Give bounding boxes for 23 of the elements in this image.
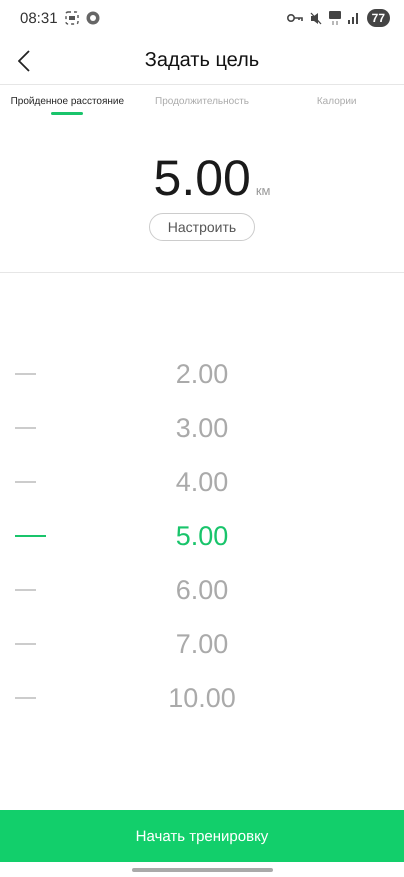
page-title: Задать цель xyxy=(144,48,260,72)
picker-value[interactable]: 5.00 xyxy=(0,520,404,552)
picker-value[interactable]: 6.00 xyxy=(0,574,404,606)
picker-value[interactable]: 4.00 xyxy=(0,466,404,498)
tab[interactable]: Калории xyxy=(269,85,404,119)
battery-level: 77 xyxy=(366,9,390,27)
adjust-button[interactable]: Настроить xyxy=(148,213,256,241)
status-time: 08:31 xyxy=(20,10,58,26)
tab[interactable]: Пройденное расстояние xyxy=(0,85,135,119)
tab[interactable]: Продолжительность xyxy=(134,85,270,119)
picker-value[interactable]: 3.00 xyxy=(0,412,404,444)
picker-value[interactable]: 10.00 xyxy=(0,682,404,714)
goal-unit: км xyxy=(256,183,270,198)
back-icon xyxy=(18,50,30,72)
start-button[interactable]: Начать тренировку xyxy=(0,810,404,862)
mute-icon xyxy=(310,12,322,24)
picker-value[interactable]: 2.00 xyxy=(0,358,404,390)
app-icon xyxy=(86,11,100,25)
goal-value: 5.00 xyxy=(154,149,251,207)
picker-value[interactable]: 7.00 xyxy=(0,628,404,660)
screenshot-icon xyxy=(64,11,79,25)
key-icon xyxy=(286,13,303,23)
signal-icon xyxy=(348,12,360,24)
